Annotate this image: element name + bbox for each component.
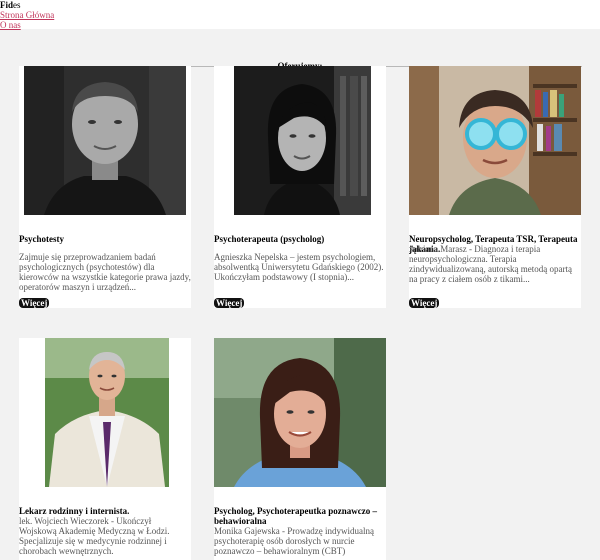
card-photo-doctor <box>45 338 169 487</box>
card-title: Lekarz rodzinny i internista. <box>19 506 130 516</box>
site-header: Fides Strona Główna O nas <box>0 0 600 30</box>
site-logo[interactable]: Fides <box>0 0 600 10</box>
service-card-neuropsycholog: Neuropsycholog, Terapeuta TSR, Terapeuta… <box>409 66 581 308</box>
nav-link-home[interactable]: Strona Główna <box>0 10 600 20</box>
more-button[interactable]: Więcej <box>19 298 50 308</box>
service-card-lekarz: Lekarz rodzinny i internista. lek. Wojci… <box>19 338 191 560</box>
card-description: Monika Gajewska - Prowadzę indywidualną … <box>214 526 374 556</box>
card-photo-man-bw <box>24 66 186 215</box>
card-title: Psychoterapeuta (psycholog) <box>214 234 325 244</box>
service-card-psychoterapeuta: Psychoterapeuta (psycholog) Agnieszka Ne… <box>214 66 386 308</box>
card-description: lek. Wojciech Wieczorek - Ukończył Wojsk… <box>19 516 170 556</box>
nav-link-about[interactable]: O nas <box>0 20 600 30</box>
card-photo-woman-glasses <box>409 66 581 215</box>
card-photo-woman-color <box>214 338 386 487</box>
card-photo-woman-bw <box>234 66 371 215</box>
more-button[interactable]: Więcej <box>214 298 245 308</box>
more-button[interactable]: Więcej <box>409 298 440 308</box>
card-description: Zajmuje się przeprowadzaniem badań psych… <box>19 252 191 292</box>
card-title: Psycholog, Psychoterapeutka poznawczo – … <box>214 506 377 526</box>
service-card-psycholog-cbt: Psycholog, Psychoterapeutka poznawczo – … <box>214 338 386 560</box>
card-description: Agnieszka Nepelska – jestem psychologiem… <box>214 252 384 282</box>
service-card-psychotesty: Psychotesty Zajmuje się przeprowadzaniem… <box>19 66 191 308</box>
card-description: Adriana Marasz - Diagnoza i terapia neur… <box>409 244 572 284</box>
card-title: Psychotesty <box>19 234 64 244</box>
